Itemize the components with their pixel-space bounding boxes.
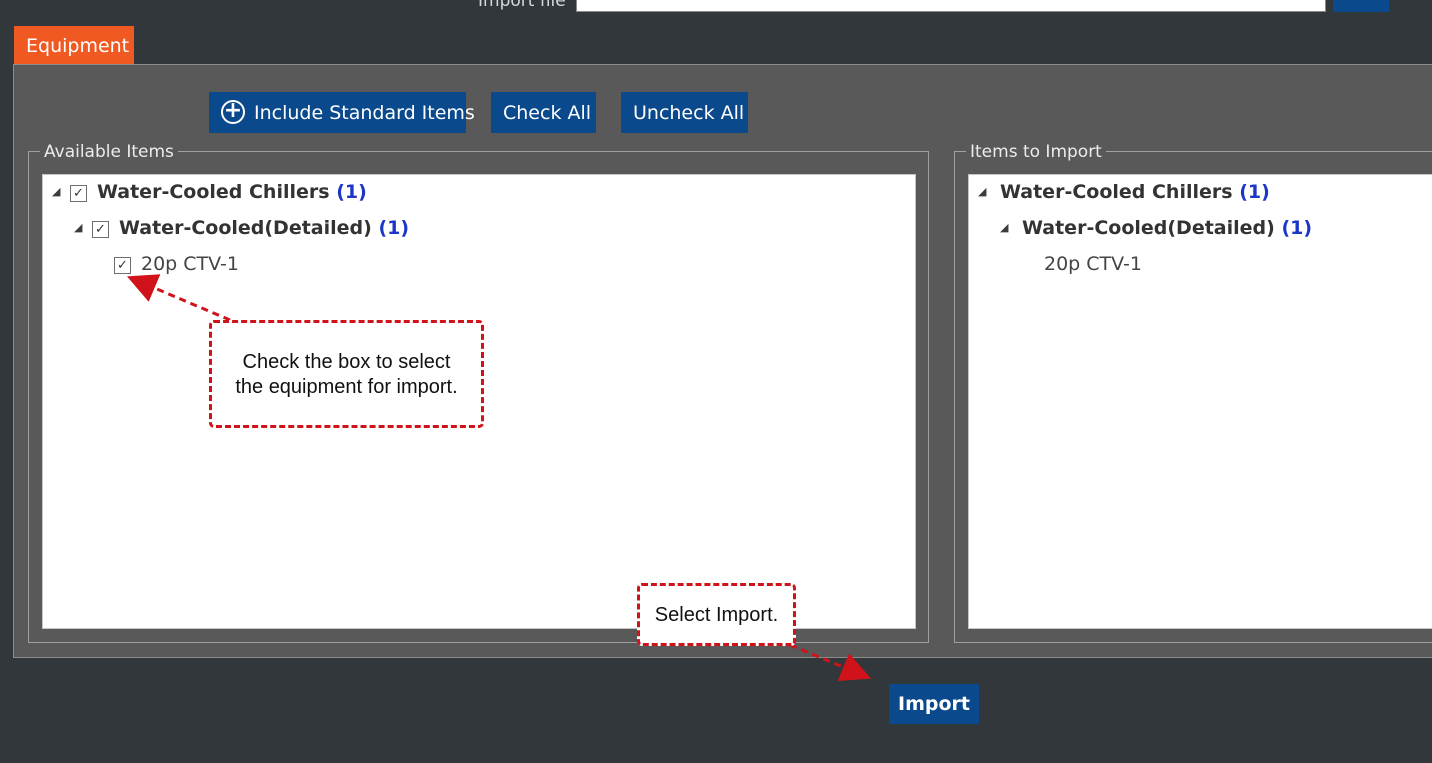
check-all-button[interactable]: Check All <box>491 92 596 133</box>
callout-check-box-line2: the equipment for import. <box>235 376 458 398</box>
tree-group-label: Water-Cooled Chillers <box>97 181 330 203</box>
available-items-label: Available Items <box>40 142 178 162</box>
include-standard-items-button[interactable]: + Include Standard Items <box>209 92 475 133</box>
plus-circle-icon: + <box>221 100 245 124</box>
items-to-import-label: Items to Import <box>966 142 1106 162</box>
tree-group-count: (1) <box>336 181 367 203</box>
triangle-down-icon[interactable]: ◢ <box>978 186 986 198</box>
checkmark-icon: ✓ <box>73 186 84 201</box>
tree-group-label: Water-Cooled Chillers <box>1000 181 1233 203</box>
tab-equipment[interactable]: Equipment <box>14 26 134 64</box>
callout-check-box-line1: Check the box to select <box>242 351 451 373</box>
browse-button[interactable] <box>1333 0 1389 12</box>
checkbox-water-cooled-detailed[interactable]: ✓ <box>92 221 109 238</box>
tree-subgroup-label: Water-Cooled(Detailed) <box>119 217 372 239</box>
checkbox-water-cooled-chillers[interactable]: ✓ <box>70 185 87 202</box>
tree-group-count: (1) <box>1239 181 1270 203</box>
tree-item-label[interactable]: 20p CTV-1 <box>141 253 239 275</box>
checkmark-icon: ✓ <box>95 222 106 237</box>
checkbox-20p-ctv-1[interactable]: ✓ <box>114 257 131 274</box>
tree-item-label[interactable]: 20p CTV-1 <box>1044 253 1142 275</box>
triangle-down-icon[interactable]: ◢ <box>52 186 60 198</box>
include-standard-items-label: Include Standard Items <box>254 102 475 124</box>
tree-group-node[interactable]: Water-Cooled Chillers (1) <box>97 181 367 203</box>
import-button[interactable]: Import <box>889 684 979 724</box>
tree-group-node[interactable]: Water-Cooled Chillers (1) <box>1000 181 1270 203</box>
tree-subgroup-count: (1) <box>378 217 410 239</box>
items-to-import-tree: ◢ Water-Cooled Chillers (1) ◢ Water-Cool… <box>968 174 1432 629</box>
callout-select-import: Select Import. <box>637 583 796 646</box>
tree-subgroup-label: Water-Cooled(Detailed) <box>1022 217 1275 239</box>
callout-check-box: Check the box to select the equipment fo… <box>209 320 484 428</box>
uncheck-all-button[interactable]: Uncheck All <box>621 92 748 133</box>
triangle-down-icon[interactable]: ◢ <box>74 222 82 234</box>
import-file-label: Import file <box>478 0 566 11</box>
triangle-down-icon[interactable]: ◢ <box>1000 222 1008 234</box>
checkmark-icon: ✓ <box>117 258 128 273</box>
import-file-input[interactable] <box>576 0 1326 12</box>
tree-subgroup-node[interactable]: Water-Cooled(Detailed) (1) <box>1022 217 1312 239</box>
tree-subgroup-node[interactable]: Water-Cooled(Detailed) (1) <box>119 217 409 239</box>
tree-subgroup-count: (1) <box>1281 217 1313 239</box>
